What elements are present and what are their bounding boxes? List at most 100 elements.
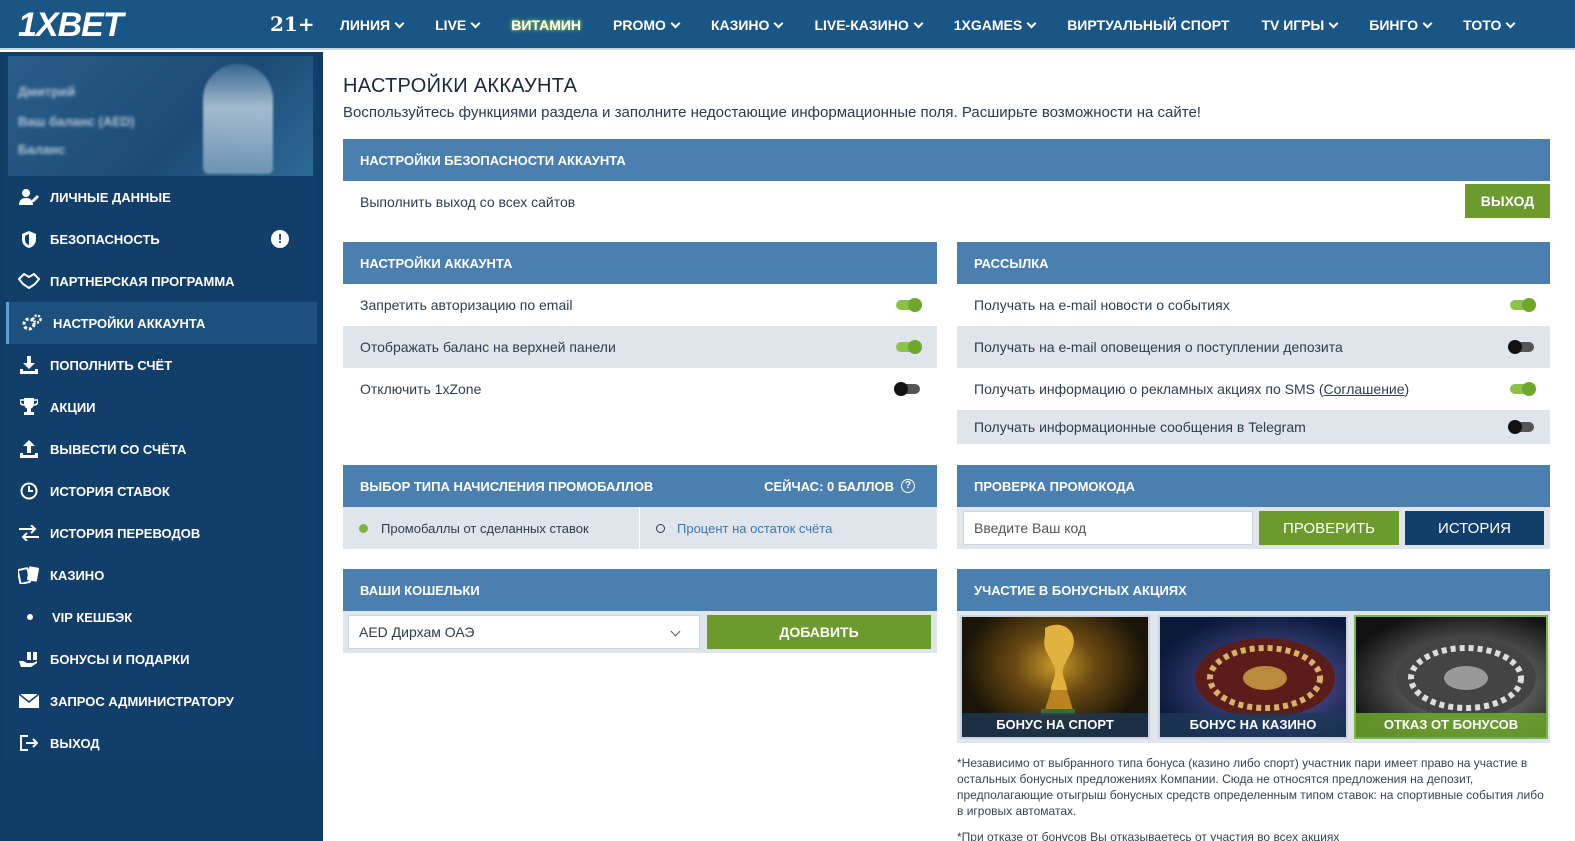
sidebar-item-label: VIP КЕШБЭК: [52, 609, 133, 625]
upload-icon: [18, 439, 40, 459]
nav-label: БИНГО: [1369, 17, 1419, 33]
sidebar-item-label: ПАРТНЕРСКАЯ ПРОГРАММА: [50, 273, 235, 289]
promocode-history-button[interactable]: ИСТОРИЯ: [1405, 511, 1544, 545]
nav-item-bingo[interactable]: БИНГО: [1369, 17, 1433, 33]
setting-label: Запретить авторизацию по email: [360, 297, 573, 313]
download-icon: [18, 355, 40, 375]
setting-label: Отображать баланс на верхней панели: [360, 339, 616, 355]
toggle-switch[interactable]: [1508, 340, 1534, 354]
brand-logo[interactable]: 1XBET: [18, 6, 124, 45]
mailing-row: Получать информационные сообщения в Tele…: [957, 410, 1550, 444]
option-label: Промобаллы от сделанных ставок: [381, 520, 589, 536]
warning-icon: !: [271, 230, 289, 248]
account-setting-row: Отключить 1xZone: [343, 368, 937, 410]
cards-icon: [18, 565, 40, 585]
bonus-note: *Независимо от выбранного типа бонуса (к…: [957, 756, 1544, 818]
sidebar-item-promotions[interactable]: АКЦИИ: [6, 386, 317, 428]
sidebar-item-contact-admin[interactable]: ЗАПРОС АДМИНИСТРАТОРУ: [6, 680, 317, 722]
nav-item-vitamin[interactable]: ВИТАМИН: [511, 17, 581, 33]
promopoints-header: ВЫБОР ТИПА НАЧИСЛЕНИЯ ПРОМОБАЛЛОВ СЕЙЧАС…: [343, 465, 937, 507]
sidebar-item-logout[interactable]: ВЫХОД: [6, 722, 317, 764]
mailing-row: Получать на e-mail оповещения о поступле…: [957, 326, 1550, 368]
nav-item-virtual-sport[interactable]: ВИРТУАЛЬНЫЙ СПОРТ: [1067, 17, 1229, 33]
mailing-label: Получать на e-mail новости о событиях: [974, 297, 1230, 313]
chevron-down-icon: [394, 18, 405, 28]
page-title: НАСТРОЙКИ АККАУНТА: [343, 75, 578, 97]
sidebar: Дмитрий Ваш баланс (AED) Баланс ЛИЧНЫЕ Д…: [0, 52, 323, 841]
chevron-down-icon: [470, 18, 481, 28]
nav-label: ВИТАМИН: [511, 17, 582, 33]
nav-label: TV ИГРЫ: [1261, 17, 1325, 33]
nav-item-casino[interactable]: КАЗИНО: [711, 17, 784, 33]
sidebar-item-label: НАСТРОЙКИ АККАУНТА: [53, 315, 206, 331]
security-panel-header: НАСТРОЙКИ БЕЗОПАСНОСТИ АККАУНТА: [343, 139, 1550, 181]
casino-bonus-card[interactable]: БОНУС НА КАЗИНО: [1158, 615, 1348, 739]
roulette-grey-image: [1396, 638, 1536, 718]
nav-item-live[interactable]: LIVE: [435, 17, 481, 33]
nav-item-promo[interactable]: PROMO: [613, 17, 681, 33]
nav-label: LIVE: [435, 17, 467, 33]
add-wallet-button[interactable]: ДОБАВИТЬ: [707, 615, 931, 649]
sidebar-item-label: АКЦИИ: [50, 399, 96, 415]
promopoints-option-balance[interactable]: Процент на остаток счёта: [640, 507, 937, 549]
currency-select[interactable]: AED Дирхам ОАЭ: [348, 615, 700, 649]
sidebar-item-vip-cashback[interactable]: VIP КЕШБЭК: [6, 596, 317, 638]
clock-icon: [18, 481, 40, 501]
nav-item-1xgames[interactable]: 1XGAMES: [954, 17, 1037, 33]
trophy-icon: [18, 397, 40, 417]
account-settings-header: НАСТРОЙКИ АККАУНТА: [343, 242, 937, 284]
toggle-switch[interactable]: [1510, 298, 1536, 312]
player-image: [203, 64, 273, 174]
sidebar-item-transfer-history[interactable]: ИСТОРИЯ ПЕРЕВОДОВ: [6, 512, 317, 554]
nav-label: ТОТО: [1463, 17, 1502, 33]
sidebar-item-label: КАЗИНО: [50, 567, 105, 583]
sidebar-item-casino[interactable]: КАЗИНО: [6, 554, 317, 596]
age-restriction-badge: 21+: [270, 12, 315, 36]
sidebar-item-label: ИСТОРИЯ ПЕРЕВОДОВ: [50, 525, 201, 541]
sidebar-item-bonuses-gifts[interactable]: БОНУСЫ И ПОДАРКИ: [6, 638, 317, 680]
sidebar-item-account-settings[interactable]: НАСТРОЙКИ АККАУНТА: [6, 302, 317, 344]
nav-item-line[interactable]: ЛИНИЯ: [340, 17, 405, 33]
check-promocode-button[interactable]: ПРОВЕРИТЬ: [1259, 511, 1399, 545]
profile-balance: Баланс: [18, 142, 66, 157]
agreement-link[interactable]: Соглашение: [1324, 381, 1405, 397]
promocode-input[interactable]: Введите Ваш код: [963, 511, 1253, 545]
profile-banner: Дмитрий Ваш баланс (AED) Баланс: [8, 56, 313, 176]
promopoints-option-bets[interactable]: Промобаллы от сделанных ставок: [343, 507, 639, 549]
sidebar-item-bet-history[interactable]: ИСТОРИЯ СТАВОК: [6, 470, 317, 512]
toggle-switch[interactable]: [896, 340, 922, 354]
toggle-switch[interactable]: [896, 298, 922, 312]
nav-item-tv-games[interactable]: TV ИГРЫ: [1261, 17, 1339, 33]
toggle-switch[interactable]: [1510, 382, 1536, 396]
no-bonus-card[interactable]: ОТКАЗ ОТ БОНУСОВ: [1354, 615, 1548, 739]
card-label: БОНУС НА СПОРТ: [962, 713, 1148, 737]
gears-icon: [21, 313, 43, 333]
logout-all-row: Выполнить выход со всех сайтов: [343, 181, 1550, 223]
toggle-switch[interactable]: [894, 382, 920, 396]
chevron-down-icon: [1328, 18, 1339, 28]
help-icon[interactable]: ?: [901, 479, 915, 493]
chevron-down-icon: [913, 18, 924, 28]
sidebar-item-withdraw[interactable]: ВЫВЕСТИ СО СЧЁТА: [6, 428, 317, 470]
page-subtitle: Воспользуйтесь функциями раздела и запол…: [343, 104, 1201, 121]
logout-all-button[interactable]: ВЫХОД: [1465, 184, 1550, 218]
trophy-image: [1041, 624, 1075, 715]
sidebar-item-deposit[interactable]: ПОПОЛНИТЬ СЧЁТ: [6, 344, 317, 386]
sidebar-item-label: ВЫВЕСТИ СО СЧЁТА: [50, 441, 187, 457]
sidebar-item-security[interactable]: БЕЗОПАСНОСТЬ !: [6, 218, 317, 260]
sidebar-item-partner-program[interactable]: ПАРТНЕРСКАЯ ПРОГРАММА: [6, 260, 317, 302]
nav-item-live-casino[interactable]: LIVE-КАЗИНО: [814, 17, 924, 33]
chevron-down-icon: [670, 626, 681, 637]
top-navigation-bar: 1XBET 21+ ЛИНИЯ LIVE ВИТАМИН PROMO КАЗИН…: [0, 0, 1575, 50]
sidebar-item-label: ПОПОЛНИТЬ СЧЁТ: [50, 357, 173, 373]
nav-item-toto[interactable]: ТОТО: [1463, 17, 1516, 33]
nav-label: ВИРТУАЛЬНЫЙ СПОРТ: [1067, 17, 1230, 33]
shield-icon: [18, 229, 40, 249]
chevron-down-icon: [773, 18, 784, 28]
promocode-header: ПРОВЕРКА ПРОМОКОДА: [957, 465, 1550, 507]
logout-all-label: Выполнить выход со всех сайтов: [360, 194, 576, 210]
nav-label: PROMO: [613, 17, 666, 33]
sport-bonus-card[interactable]: БОНУС НА СПОРТ: [960, 615, 1150, 739]
sidebar-item-personal-data[interactable]: ЛИЧНЫЕ ДАННЫЕ: [6, 176, 317, 218]
toggle-switch[interactable]: [1508, 420, 1534, 434]
